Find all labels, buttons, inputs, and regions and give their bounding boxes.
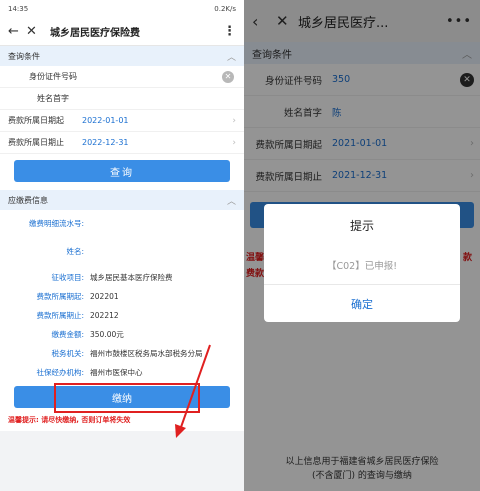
date-start-field[interactable]: 费款所属日期起 2022-01-01 › [0, 110, 244, 132]
id-number-label: 身份证件号码 [29, 72, 77, 81]
info-key: 税务机关: [51, 349, 84, 358]
info-row: 费款所属期止: 202212 [0, 306, 244, 325]
payable-info: 缴费明细流水号: 姓名: 征收项目: 城乡居民基本医疗保险费 费款所属期起: 202… [0, 210, 244, 382]
dialog-confirm-button[interactable]: 确定 [264, 284, 460, 322]
info-value: 202212 [90, 311, 119, 320]
dialog-title: 提示 [349, 218, 374, 233]
chevron-up-icon[interactable]: ︿ [227, 194, 236, 207]
info-row: 缴费金额: 350.00元 [0, 325, 244, 344]
info-key: 社保经办机构: [36, 368, 84, 377]
close-icon[interactable]: ✕ [26, 25, 44, 38]
info-value: 福州市鼓楼区税务局水部税务分局 [90, 349, 203, 358]
chevron-right-icon: › [232, 137, 236, 148]
date-start-value[interactable]: 2022-01-01 [82, 116, 232, 125]
info-key: 费款所属期止: [36, 311, 84, 320]
info-value: 城乡居民基本医疗保险费 [90, 273, 173, 282]
query-section-title: 查询条件 [8, 51, 40, 61]
info-key: 姓名: [66, 246, 84, 256]
status-time: 14:35 [8, 5, 29, 13]
alert-dialog: 提示 【C02】已申报! 确定 [264, 204, 460, 322]
name-initial-field[interactable]: 姓名首字 [0, 88, 244, 110]
right-screen: ‹ ✕ 城乡居民医疗... ••• 查询条件 ︿ 身份证件号码 350 ✕ 姓名… [244, 0, 480, 491]
name-initial-label: 姓名首字 [37, 94, 69, 103]
warning-text: 温馨提示: 请尽快缴纳, 否则订单将失效 [0, 412, 244, 431]
payable-section-title: 应缴费信息 [8, 195, 48, 205]
info-value: 202201 [90, 292, 119, 301]
info-row: 社保经办机构: 福州市医保中心 [0, 363, 244, 382]
pay-button-area: 缴纳 [0, 382, 244, 413]
info-value: 福州市医保中心 [90, 368, 143, 377]
query-form: 身份证件号码 ✕ 姓名首字 费款所属日期起 2022-01-01 › 费款所属日… [0, 66, 244, 154]
query-button[interactable]: 查询 [14, 160, 230, 182]
query-section-header[interactable]: 查询条件 ︿ [0, 46, 244, 66]
info-row: 费款所属期起: 202201 [0, 287, 244, 306]
info-key: 缴费金额: [51, 330, 84, 339]
query-button-area: 查询 [0, 154, 244, 190]
left-screen: 14:35 0.2K/s ← ✕ 城乡居民医疗保险费 ⋮ 查询条件 ︿ 身份证件… [0, 0, 244, 491]
date-end-label: 费款所属日期止 [8, 138, 64, 147]
payable-section-header[interactable]: 应缴费信息 ︿ [0, 190, 244, 210]
date-end-value[interactable]: 2022-12-31 [82, 138, 232, 147]
page-title: 城乡居民医疗保险费 [50, 28, 140, 39]
more-menu-icon[interactable]: ⋮ [223, 24, 236, 39]
info-row: 姓名: [0, 234, 244, 268]
title-bar: ← ✕ 城乡居民医疗保险费 ⋮ [0, 18, 244, 46]
info-key: 费款所属期起: [36, 292, 84, 301]
chevron-right-icon: › [232, 115, 236, 126]
dialog-message: 【C02】已申报! [326, 261, 398, 272]
id-number-field[interactable]: 身份证件号码 ✕ [0, 66, 244, 88]
clear-icon[interactable]: ✕ [222, 70, 234, 83]
info-value: 350.00元 [90, 330, 124, 339]
status-speed: 0.2K/s [214, 5, 236, 13]
status-bar: 14:35 0.2K/s [0, 0, 244, 18]
date-end-field[interactable]: 费款所属日期止 2022-12-31 › [0, 132, 244, 154]
info-row: 税务机关: 福州市鼓楼区税务局水部税务分局 [0, 344, 244, 363]
back-arrow-icon[interactable]: ← [8, 25, 26, 38]
highlight-box [54, 383, 200, 413]
info-row: 征收项目: 城乡居民基本医疗保险费 [0, 268, 244, 287]
info-key: 征收项目: [51, 273, 84, 282]
chevron-up-icon[interactable]: ︿ [227, 50, 236, 63]
info-row: 缴费明细流水号: [0, 212, 244, 234]
info-key: 缴费明细流水号: [28, 218, 84, 228]
date-start-label: 费款所属日期起 [8, 116, 64, 125]
